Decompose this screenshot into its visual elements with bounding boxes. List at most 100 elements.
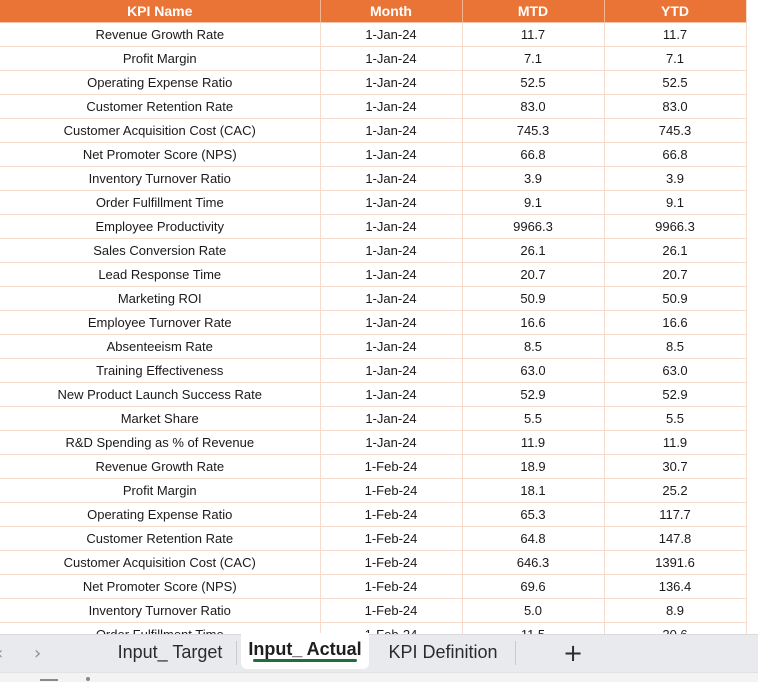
cell-ytd[interactable]: 117.7 <box>604 502 747 527</box>
cell-month[interactable]: 1-Jan-24 <box>320 70 463 95</box>
cell-ytd[interactable]: 30.7 <box>604 454 747 479</box>
cell-kpi-name[interactable]: Inventory Turnover Ratio <box>0 166 321 191</box>
cell-month[interactable]: 1-Feb-24 <box>320 550 463 575</box>
tab-input-target[interactable]: Input_ Target <box>110 635 230 669</box>
cell-ytd[interactable]: 16.6 <box>604 310 747 335</box>
cell-kpi-name[interactable]: Absenteeism Rate <box>0 334 321 359</box>
cell-mtd[interactable]: 20.7 <box>462 262 605 287</box>
cell-ytd[interactable]: 26.1 <box>604 238 747 263</box>
cell-ytd[interactable]: 20.6 <box>604 622 747 634</box>
cell-kpi-name[interactable]: Lead Response Time <box>0 262 321 287</box>
cell-kpi-name[interactable]: Sales Conversion Rate <box>0 238 321 263</box>
cell-ytd[interactable]: 745.3 <box>604 118 747 143</box>
cell-mtd[interactable]: 63.0 <box>462 358 605 383</box>
cell-month[interactable]: 1-Jan-24 <box>320 406 463 431</box>
cell-kpi-name[interactable]: Profit Margin <box>0 478 321 503</box>
cell-mtd[interactable]: 11.5 <box>462 622 605 634</box>
cell-month[interactable]: 1-Jan-24 <box>320 94 463 119</box>
cell-ytd[interactable]: 50.9 <box>604 286 747 311</box>
cell-kpi-name[interactable]: Customer Acquisition Cost (CAC) <box>0 118 321 143</box>
cell-mtd[interactable]: 7.1 <box>462 46 605 71</box>
cell-kpi-name[interactable]: Marketing ROI <box>0 286 321 311</box>
cell-kpi-name[interactable]: Net Promoter Score (NPS) <box>0 574 321 599</box>
cell-kpi-name[interactable]: Employee Turnover Rate <box>0 310 321 335</box>
cell-month[interactable]: 1-Jan-24 <box>320 214 463 239</box>
cell-month[interactable]: 1-Jan-24 <box>320 430 463 455</box>
cell-mtd[interactable]: 11.9 <box>462 430 605 455</box>
cell-ytd[interactable]: 9.1 <box>604 190 747 215</box>
cell-mtd[interactable]: 646.3 <box>462 550 605 575</box>
cell-kpi-name[interactable]: Training Effectiveness <box>0 358 321 383</box>
cell-kpi-name[interactable]: Operating Expense Ratio <box>0 70 321 95</box>
cell-kpi-name[interactable]: Operating Expense Ratio <box>0 502 321 527</box>
cell-month[interactable]: 1-Jan-24 <box>320 382 463 407</box>
cell-ytd[interactable]: 52.5 <box>604 70 747 95</box>
cell-kpi-name[interactable]: Inventory Turnover Ratio <box>0 598 321 623</box>
cell-mtd[interactable]: 65.3 <box>462 502 605 527</box>
cell-mtd[interactable]: 11.7 <box>462 22 605 47</box>
cell-mtd[interactable]: 5.5 <box>462 406 605 431</box>
cell-kpi-name[interactable]: Customer Retention Rate <box>0 526 321 551</box>
cell-ytd[interactable]: 83.0 <box>604 94 747 119</box>
cell-month[interactable]: 1-Jan-24 <box>320 118 463 143</box>
cell-mtd[interactable]: 16.6 <box>462 310 605 335</box>
cell-kpi-name[interactable]: Revenue Growth Rate <box>0 454 321 479</box>
chevron-right-icon[interactable]: › <box>34 643 41 664</box>
cell-month[interactable]: 1-Jan-24 <box>320 46 463 71</box>
cell-ytd[interactable]: 8.5 <box>604 334 747 359</box>
cell-kpi-name[interactable]: R&D Spending as % of Revenue <box>0 430 321 455</box>
cell-ytd[interactable]: 11.9 <box>604 430 747 455</box>
cell-kpi-name[interactable]: Order Fulfillment Time <box>0 190 321 215</box>
cell-month[interactable]: 1-Jan-24 <box>320 190 463 215</box>
cell-ytd[interactable]: 136.4 <box>604 574 747 599</box>
cell-ytd[interactable]: 8.9 <box>604 598 747 623</box>
cell-ytd[interactable]: 9966.3 <box>604 214 747 239</box>
cell-mtd[interactable]: 3.9 <box>462 166 605 191</box>
cell-month[interactable]: 1-Feb-24 <box>320 526 463 551</box>
header-kpi-name[interactable]: KPI Name <box>0 0 321 23</box>
cell-mtd[interactable]: 8.5 <box>462 334 605 359</box>
cell-month[interactable]: 1-Jan-24 <box>320 358 463 383</box>
cell-ytd[interactable]: 63.0 <box>604 358 747 383</box>
cell-mtd[interactable]: 745.3 <box>462 118 605 143</box>
cell-ytd[interactable]: 66.8 <box>604 142 747 167</box>
cell-ytd[interactable]: 20.7 <box>604 262 747 287</box>
cell-month[interactable]: 1-Feb-24 <box>320 574 463 599</box>
cell-kpi-name[interactable]: Revenue Growth Rate <box>0 22 321 47</box>
cell-mtd[interactable]: 26.1 <box>462 238 605 263</box>
cell-mtd[interactable]: 66.8 <box>462 142 605 167</box>
cell-mtd[interactable]: 5.0 <box>462 598 605 623</box>
cell-mtd[interactable]: 52.5 <box>462 70 605 95</box>
cell-ytd[interactable]: 52.9 <box>604 382 747 407</box>
cell-month[interactable]: 1-Feb-24 <box>320 478 463 503</box>
cell-ytd[interactable]: 7.1 <box>604 46 747 71</box>
cell-ytd[interactable]: 5.5 <box>604 406 747 431</box>
cell-kpi-name[interactable]: Profit Margin <box>0 46 321 71</box>
cell-mtd[interactable]: 9.1 <box>462 190 605 215</box>
cell-month[interactable]: 1-Jan-24 <box>320 334 463 359</box>
cell-ytd[interactable]: 147.8 <box>604 526 747 551</box>
header-ytd[interactable]: YTD <box>604 0 747 23</box>
cell-ytd[interactable]: 25.2 <box>604 478 747 503</box>
cell-month[interactable]: 1-Jan-24 <box>320 22 463 47</box>
cell-kpi-name[interactable]: Market Share <box>0 406 321 431</box>
tab-input-actual[interactable]: Input_ Actual <box>241 633 369 669</box>
cell-mtd[interactable]: 69.6 <box>462 574 605 599</box>
cell-mtd[interactable]: 83.0 <box>462 94 605 119</box>
cell-mtd[interactable]: 52.9 <box>462 382 605 407</box>
cell-kpi-name[interactable]: Net Promoter Score (NPS) <box>0 142 321 167</box>
cell-ytd[interactable]: 11.7 <box>604 22 747 47</box>
accessibility-icon[interactable] <box>86 677 90 681</box>
cell-month[interactable]: 1-Jan-24 <box>320 238 463 263</box>
cell-month[interactable]: 1-Feb-24 <box>320 454 463 479</box>
cell-ytd[interactable]: 3.9 <box>604 166 747 191</box>
header-month[interactable]: Month <box>320 0 463 23</box>
cell-kpi-name[interactable]: Customer Retention Rate <box>0 94 321 119</box>
cell-mtd[interactable]: 18.1 <box>462 478 605 503</box>
cell-month[interactable]: 1-Jan-24 <box>320 142 463 167</box>
cell-kpi-name[interactable]: Employee Productivity <box>0 214 321 239</box>
cell-month[interactable]: 1-Jan-24 <box>320 310 463 335</box>
cell-mtd[interactable]: 50.9 <box>462 286 605 311</box>
tab-kpi-definition[interactable]: KPI Definition <box>378 635 508 669</box>
cell-month[interactable]: 1-Feb-24 <box>320 598 463 623</box>
